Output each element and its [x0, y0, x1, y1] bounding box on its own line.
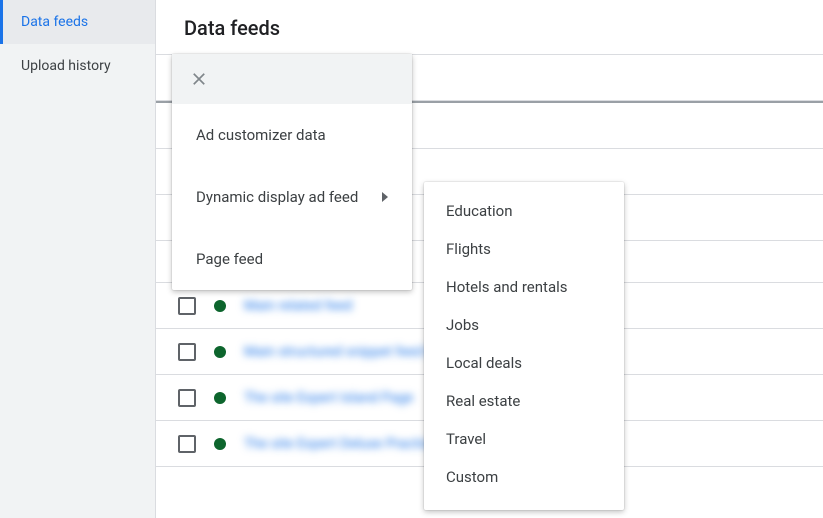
checkbox[interactable] — [178, 297, 196, 315]
menu-item-label: Dynamic display ad feed — [196, 188, 358, 206]
feed-name-link[interactable]: The site Expert Island Page — [244, 390, 413, 406]
status-dot — [214, 438, 226, 450]
submenu-item-education[interactable]: Education — [424, 192, 624, 230]
feed-name-link[interactable]: Main structured snippet feed text — [244, 344, 450, 360]
submenu-item-flights[interactable]: Flights — [424, 230, 624, 268]
menu-item-label: Ad customizer data — [196, 126, 326, 144]
submenu-item-travel[interactable]: Travel — [424, 420, 624, 458]
submenu-item-hotels[interactable]: Hotels and rentals — [424, 268, 624, 306]
menu-item-dynamic-display[interactable]: Dynamic display ad feed — [172, 166, 412, 228]
feed-type-menu: Ad customizer data Dynamic display ad fe… — [172, 54, 412, 290]
submenu-item-jobs[interactable]: Jobs — [424, 306, 624, 344]
status-dot — [214, 392, 226, 404]
sidebar: Data feeds Upload history — [0, 0, 156, 518]
checkbox[interactable] — [178, 389, 196, 407]
sidebar-item-upload-history[interactable]: Upload history — [0, 44, 155, 88]
chevron-right-icon — [382, 192, 388, 202]
feed-name-link[interactable]: The site Expert Deluxe Practice — [244, 436, 437, 452]
main-content: Data feeds Main related feed Main struct… — [156, 0, 823, 518]
close-icon[interactable] — [190, 70, 208, 88]
dynamic-display-submenu: Education Flights Hotels and rentals Job… — [424, 182, 624, 510]
sidebar-item-data-feeds[interactable]: Data feeds — [0, 0, 155, 44]
checkbox[interactable] — [178, 343, 196, 361]
table-zone: Main related feed Main structured snippe… — [156, 54, 823, 467]
status-dot — [214, 346, 226, 358]
submenu-item-real-estate[interactable]: Real estate — [424, 382, 624, 420]
page-title: Data feeds — [156, 0, 823, 54]
menu-item-label: Page feed — [196, 250, 263, 268]
menu-header — [172, 54, 412, 104]
submenu-item-local-deals[interactable]: Local deals — [424, 344, 624, 382]
checkbox[interactable] — [178, 435, 196, 453]
submenu-item-custom[interactable]: Custom — [424, 458, 624, 496]
menu-item-page-feed[interactable]: Page feed — [172, 228, 412, 290]
menu-item-ad-customizer[interactable]: Ad customizer data — [172, 104, 412, 166]
status-dot — [214, 300, 226, 312]
feed-name-link[interactable]: Main related feed — [244, 298, 352, 314]
